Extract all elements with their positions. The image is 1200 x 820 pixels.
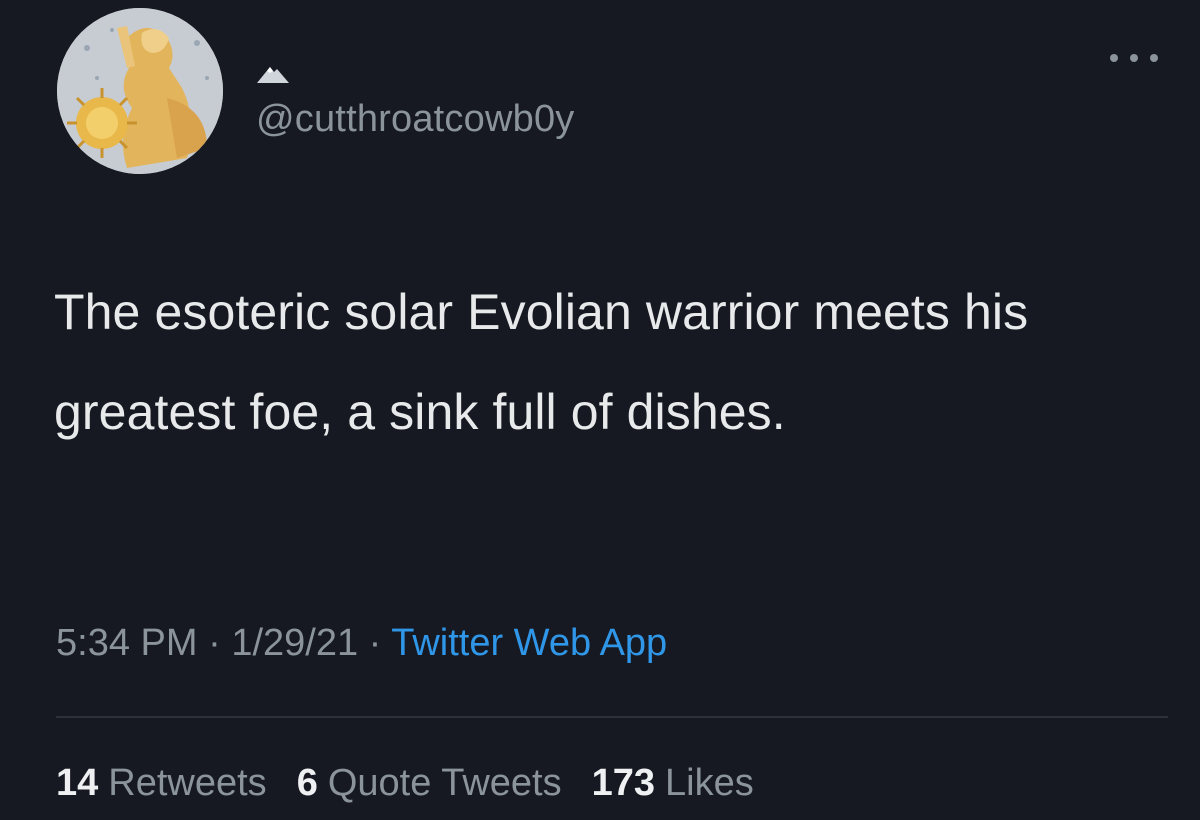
tweet-time[interactable]: 5:34 PM <box>56 622 198 664</box>
retweets-count: 14 <box>56 762 99 804</box>
tweet-date[interactable]: 1/29/21 <box>231 622 358 664</box>
retweets-label: Retweets <box>108 762 267 804</box>
quote-tweets-count: 6 <box>296 762 318 804</box>
tweet-meta: 5:34 PM · 1/29/21 · Twitter Web App <box>56 622 667 665</box>
more-horizontal-icon-dot <box>1130 54 1138 62</box>
more-horizontal-icon-dot <box>1150 54 1158 62</box>
more-options-button[interactable] <box>1110 48 1158 68</box>
divider <box>56 716 1168 718</box>
tweet-stats: 14 Retweets 6 Quote Tweets 173 Likes <box>56 762 784 805</box>
mountain-icon <box>257 67 289 83</box>
quote-tweets-label: Quote Tweets <box>327 762 562 804</box>
tweet-text: The esoteric solar Evolian warrior meets… <box>54 284 1029 440</box>
tweet-source-link[interactable]: Twitter Web App <box>391 622 667 664</box>
user-handle[interactable]: @cutthroatcowb0y <box>256 98 574 141</box>
avatar-image <box>57 8 223 174</box>
likes-stat[interactable]: 173 Likes <box>592 762 754 805</box>
quote-tweets-stat[interactable]: 6 Quote Tweets <box>297 762 562 805</box>
tweet-card: @cutthroatcowb0y The esoteric solar Evol… <box>0 0 1200 820</box>
meta-separator: · <box>368 622 392 664</box>
avatar[interactable] <box>57 8 223 174</box>
display-name[interactable] <box>256 56 292 84</box>
likes-label: Likes <box>665 762 754 804</box>
more-horizontal-icon-dot <box>1110 54 1118 62</box>
retweets-stat[interactable]: 14 Retweets <box>56 762 267 805</box>
likes-count: 173 <box>591 762 656 804</box>
meta-separator: · <box>208 622 232 664</box>
